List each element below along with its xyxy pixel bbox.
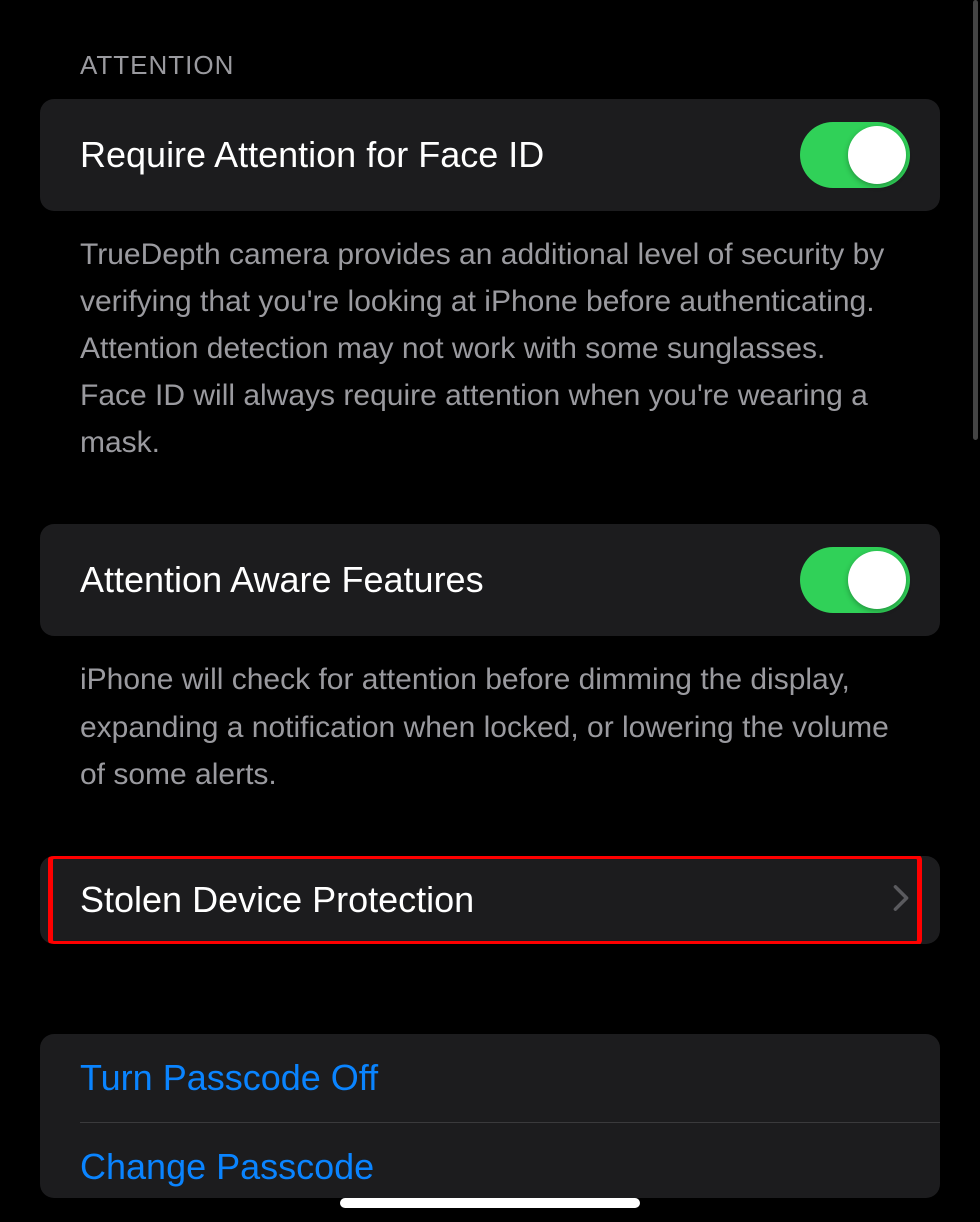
toggle-knob [848,551,906,609]
attention-aware-label: Attention Aware Features [80,559,484,601]
stolen-device-label: Stolen Device Protection [80,879,474,921]
change-passcode-label: Change Passcode [80,1146,374,1188]
require-attention-description: TrueDepth camera provides an additional … [40,211,940,466]
turn-passcode-off-label: Turn Passcode Off [80,1057,378,1099]
require-attention-toggle[interactable] [800,122,910,188]
attention-aware-group: Attention Aware Features [40,524,940,636]
change-passcode-cell[interactable]: Change Passcode [40,1123,940,1198]
attention-aware-cell[interactable]: Attention Aware Features [40,524,940,636]
toggle-knob [848,126,906,184]
stolen-device-group: Stolen Device Protection [40,856,940,944]
attention-section-header: ATTENTION [40,50,940,99]
passcode-group: Turn Passcode Off Change Passcode [40,1034,940,1198]
attention-aware-toggle[interactable] [800,547,910,613]
settings-page: ATTENTION Require Attention for Face ID … [0,0,980,1198]
turn-passcode-off-cell[interactable]: Turn Passcode Off [40,1034,940,1122]
scrollbar[interactable] [973,0,978,440]
attention-aware-description: iPhone will check for attention before d… [40,636,940,797]
stolen-device-cell[interactable]: Stolen Device Protection [40,856,940,944]
require-attention-group: Require Attention for Face ID [40,99,940,211]
home-indicator[interactable] [340,1198,640,1208]
require-attention-label: Require Attention for Face ID [80,134,544,176]
require-attention-cell[interactable]: Require Attention for Face ID [40,99,940,211]
chevron-right-icon [892,879,910,921]
